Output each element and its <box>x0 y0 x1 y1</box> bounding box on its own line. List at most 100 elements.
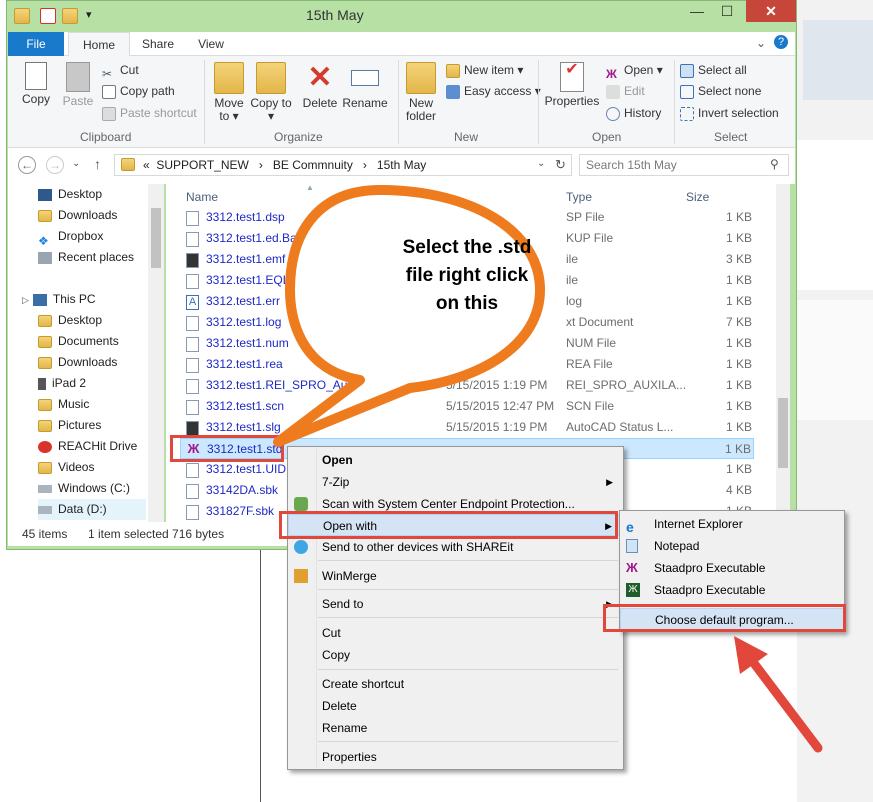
forward-button[interactable]: → <box>46 156 64 174</box>
new-item-button[interactable]: New item ▾ <box>446 60 523 80</box>
menu-item-rename[interactable]: Rename <box>288 717 623 739</box>
nav-item-dropbox[interactable]: ❖ Dropbox <box>38 226 104 248</box>
expand-ribbon-icon[interactable]: ⌄ <box>756 36 766 50</box>
cut-button[interactable]: ✂ Cut <box>102 60 139 81</box>
expand-icon[interactable]: ▷ <box>22 295 29 305</box>
copy-button[interactable]: Copy <box>16 62 56 106</box>
select-all-button[interactable]: Select all <box>680 60 747 80</box>
nav-item-recent[interactable]: Recent places <box>38 247 134 268</box>
tab-view[interactable]: View <box>188 32 234 56</box>
tab-share[interactable]: Share <box>132 32 184 56</box>
file-size: 1 KB <box>724 442 751 456</box>
invert-selection-button[interactable]: Invert selection <box>680 103 779 123</box>
submenu-item-internet-explorer[interactable]: e Internet Explorer <box>620 513 844 535</box>
desktop-icon <box>38 188 52 201</box>
maximize-button[interactable]: ☐ <box>712 0 742 22</box>
help-icon[interactable]: ? <box>774 35 788 49</box>
nav-item-documents[interactable]: Documents <box>38 331 119 352</box>
nav-item-pictures[interactable]: Pictures <box>38 415 101 436</box>
scroll-thumb[interactable] <box>151 208 161 268</box>
nav-label: Dropbox <box>58 229 104 243</box>
minimize-button[interactable]: — <box>682 0 712 22</box>
breadcrumb-item[interactable]: BE Commnuity <box>273 158 353 172</box>
menu-item-shareit[interactable]: Send to other devices with SHAREit <box>288 536 623 558</box>
edit-button[interactable]: Edit <box>606 81 645 101</box>
selection-info: 1 item selected 716 bytes <box>88 527 225 541</box>
nav-item-desktop[interactable]: Desktop <box>38 184 102 205</box>
menu-label: Scan with System Center Endpoint Protect… <box>322 497 575 511</box>
tab-file[interactable]: File <box>8 32 64 56</box>
move-to-button[interactable]: Move to ▾ <box>208 62 250 123</box>
new-folder-icon[interactable] <box>62 8 78 24</box>
highlight-choose-default <box>603 604 846 632</box>
up-button[interactable]: ↑ <box>94 156 101 172</box>
refresh-icon[interactable]: ↻ <box>555 157 566 173</box>
menu-item-create-shortcut[interactable]: Create shortcut <box>288 673 623 695</box>
menu-item-copy[interactable]: Copy <box>288 644 623 666</box>
copy-to-button[interactable]: Copy to ▾ <box>250 62 292 123</box>
rename-button[interactable]: Rename <box>342 62 388 110</box>
nav-item-data-d[interactable]: Data (D:) <box>38 499 146 520</box>
nav-item-windows-c[interactable]: Windows (C:) <box>38 478 130 499</box>
breadcrumb: « SUPPORT_NEW › BE Commnuity › 15th May <box>143 158 426 172</box>
breadcrumb-separator[interactable]: › <box>259 158 263 172</box>
background-panel-list <box>797 140 873 290</box>
address-dropdown-icon[interactable]: ⌄ <box>537 158 545 169</box>
paste-shortcut-button[interactable]: Paste shortcut <box>102 103 197 123</box>
properties-label: Properties <box>544 94 600 108</box>
paste-button[interactable]: Paste <box>58 62 98 108</box>
nav-item-reachit[interactable]: REACHit Drive <box>38 436 137 457</box>
search-input[interactable]: Search 15th May ⚲ <box>579 154 789 176</box>
search-placeholder: Search 15th May <box>586 158 677 172</box>
breadcrumb-item[interactable]: 15th May <box>377 158 426 172</box>
submenu-item-notepad[interactable]: Notepad <box>620 535 844 557</box>
easy-access-button[interactable]: Easy access ▾ <box>446 81 541 101</box>
customize-toolbar-icon[interactable]: ▾ <box>86 8 92 21</box>
submenu-item-staadpro-1[interactable]: Ж Staadpro Executable <box>620 557 844 579</box>
new-folder-button[interactable]: New folder <box>400 62 442 123</box>
file-size: 1 KB <box>725 357 752 371</box>
nav-item-downloads[interactable]: Downloads <box>38 205 117 226</box>
nav-item-pc-desktop[interactable]: Desktop <box>38 310 102 331</box>
nav-label: REACHit Drive <box>58 439 138 453</box>
menu-label: Send to <box>322 597 364 611</box>
properties-button[interactable]: ✔ Properties <box>542 62 602 108</box>
nav-item-videos[interactable]: Videos <box>38 457 94 478</box>
menu-item-properties[interactable]: Properties <box>288 746 623 768</box>
delete-label: Delete <box>302 96 338 110</box>
history-button[interactable]: History <box>606 103 661 123</box>
menu-item-delete[interactable]: Delete <box>288 695 623 717</box>
back-button[interactable]: ← <box>18 156 36 174</box>
breadcrumb-item[interactable]: SUPPORT_NEW <box>156 158 248 172</box>
file-scrollbar[interactable] <box>776 184 790 522</box>
rename-label: Rename <box>342 96 388 110</box>
nav-item-music[interactable]: Music <box>38 394 89 415</box>
copy-path-button[interactable]: Copy path <box>102 81 175 101</box>
select-none-button[interactable]: Select none <box>680 81 761 101</box>
breadcrumb-separator[interactable]: › <box>363 158 367 172</box>
menu-item-winmerge[interactable]: WinMerge <box>288 565 623 587</box>
close-button[interactable]: ✕ <box>746 0 796 22</box>
menu-item-cut[interactable]: Cut <box>288 622 623 644</box>
tab-home[interactable]: Home <box>68 32 130 56</box>
delete-button[interactable]: ✕ Delete <box>300 62 340 110</box>
menu-item-send-to[interactable]: Send to ▶ <box>288 593 623 615</box>
nav-item-pc-downloads[interactable]: Downloads <box>38 352 117 373</box>
open-button[interactable]: Ж Open ▾ <box>606 60 663 81</box>
edit-icon <box>606 84 620 99</box>
recent-locations-icon[interactable]: ⌄ <box>72 158 80 169</box>
nav-item-this-pc[interactable]: ▷ This PC <box>22 289 96 310</box>
navigation-scrollbar[interactable] <box>148 184 164 522</box>
menu-separator <box>318 560 618 561</box>
nav-label: iPad 2 <box>52 376 87 390</box>
breadcrumb-overflow[interactable]: « <box>143 158 150 172</box>
column-header-size[interactable]: Size <box>686 190 709 204</box>
address-bar[interactable]: « SUPPORT_NEW › BE Commnuity › 15th May … <box>114 154 572 176</box>
nav-item-ipad[interactable]: iPad 2 <box>38 373 86 394</box>
arrow-shaft <box>745 653 823 753</box>
scroll-thumb[interactable] <box>778 398 788 468</box>
properties-icon[interactable] <box>40 8 56 24</box>
file-type: KUP File <box>566 231 614 245</box>
submenu-item-staadpro-2[interactable]: Ж Staadpro Executable <box>620 579 844 601</box>
menu-item-7zip[interactable]: 7-Zip ▶ <box>288 471 623 493</box>
